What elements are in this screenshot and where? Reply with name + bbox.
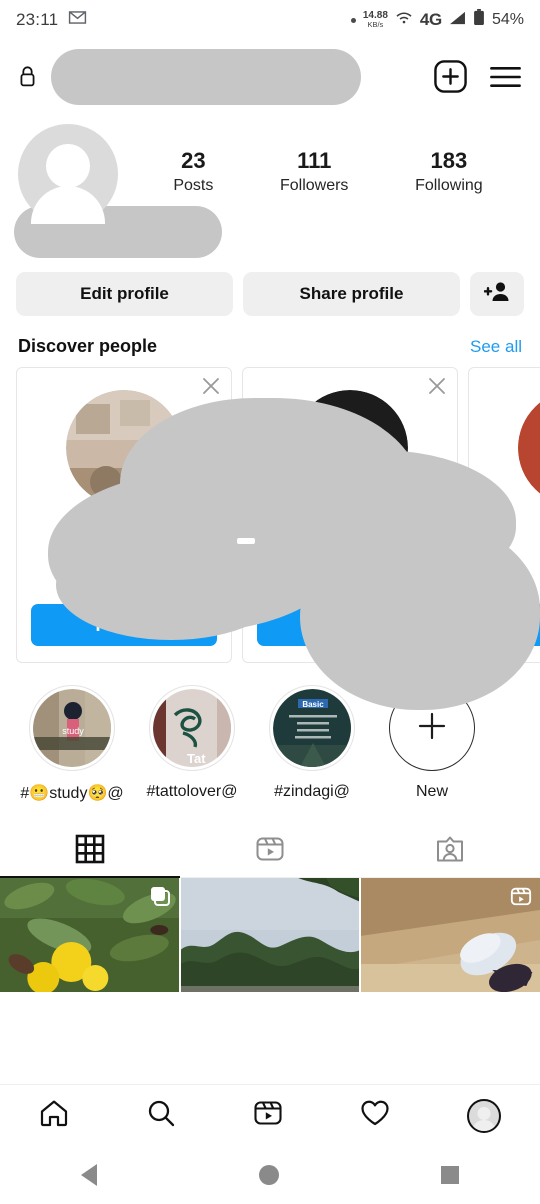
redaction-blob xyxy=(300,520,540,710)
svg-text:Tat: Tat xyxy=(187,751,206,766)
plus-box-icon[interactable] xyxy=(434,60,467,98)
stat-posts-label: Posts xyxy=(173,177,214,195)
back-icon[interactable] xyxy=(81,1164,97,1186)
recents-square-icon[interactable] xyxy=(441,1166,459,1184)
grid-icon xyxy=(75,834,105,869)
status-bar: 23:11 14.88 KB/s 4G 54% xyxy=(0,0,540,40)
avatar-body-icon xyxy=(31,186,105,224)
status-bar-right: 14.88 KB/s 4G 54% xyxy=(350,9,524,31)
highlight-item[interactable]: Basic #zindagi@ xyxy=(252,685,372,803)
profile-tabs xyxy=(0,825,540,878)
stat-following-label: Following xyxy=(415,177,483,195)
stat-followers[interactable]: 111 Followers xyxy=(280,148,348,195)
highlight-cover-ring[interactable]: Basic xyxy=(269,685,355,771)
add-person-icon xyxy=(483,281,510,308)
stat-followers-label: Followers xyxy=(279,177,349,195)
highlight-label: New xyxy=(415,783,448,800)
profile-summary: 23 Posts 111 Followers 183 Following xyxy=(0,118,540,224)
stat-following[interactable]: 183 Following xyxy=(415,148,483,195)
post-thumbnail[interactable] xyxy=(0,878,179,992)
post-grid xyxy=(0,878,540,992)
nav-avatar-body-icon xyxy=(472,1119,496,1131)
highlight-item[interactable]: Tat #tattolover@ xyxy=(132,685,252,803)
share-profile-button[interactable]: Share profile xyxy=(243,272,460,316)
reels-icon xyxy=(510,885,532,912)
study-photo: study xyxy=(33,689,111,767)
username-redacted[interactable] xyxy=(51,49,361,105)
android-navigation-bar xyxy=(0,1146,540,1204)
status-bar-left: 23:11 xyxy=(16,10,87,30)
home-icon[interactable] xyxy=(39,1098,69,1133)
tab-grid[interactable] xyxy=(0,825,180,878)
battery-icon xyxy=(473,9,485,31)
discover-people-toggle-button[interactable] xyxy=(470,272,524,316)
highlight-label: #zindagi@ xyxy=(274,783,350,800)
battery-percent: 54% xyxy=(491,11,524,28)
close-icon[interactable] xyxy=(427,376,447,401)
avatar[interactable] xyxy=(18,124,118,224)
network-speed-unit: KB/s xyxy=(367,20,384,30)
header-actions xyxy=(434,60,522,98)
tab-tagged[interactable] xyxy=(360,825,540,877)
close-icon[interactable] xyxy=(201,376,221,401)
tattoo-photo: Tat xyxy=(153,689,231,767)
carousel-icon xyxy=(149,885,171,912)
svg-text:study: study xyxy=(62,726,84,736)
nav-avatar-head-icon xyxy=(477,1106,491,1120)
home-circle-icon[interactable] xyxy=(259,1165,279,1185)
highlight-cover-ring[interactable]: Tat xyxy=(149,685,235,771)
stat-posts[interactable]: 23 Posts xyxy=(173,148,213,195)
post-thumbnail[interactable] xyxy=(361,878,540,992)
post-thumbnail[interactable] xyxy=(180,878,360,992)
stat-posts-count: 23 xyxy=(181,148,206,173)
svg-text:Basic: Basic xyxy=(302,700,324,709)
lock-icon xyxy=(18,65,37,93)
discover-people-header: Discover people See all xyxy=(0,316,540,367)
redaction-highlight-mark xyxy=(237,538,255,544)
search-icon[interactable] xyxy=(146,1098,176,1133)
network-speed: 14.88 KB/s xyxy=(363,11,388,29)
profile-actions: Edit profile Share profile xyxy=(0,258,540,316)
signal-bars-icon xyxy=(449,10,466,30)
redaction-blob xyxy=(56,530,286,640)
highlight-label: #tattolover@ xyxy=(146,783,238,800)
status-time: 23:11 xyxy=(16,10,59,29)
highlight-label: #😬study🥺@ xyxy=(20,785,124,802)
profile-avatar-icon[interactable] xyxy=(467,1098,502,1133)
profile-stats: 23 Posts 111 Followers 183 Following xyxy=(118,124,522,195)
see-all-link[interactable]: See all xyxy=(470,337,522,357)
wifi-icon xyxy=(395,10,413,30)
heart-icon[interactable] xyxy=(360,1099,390,1132)
gmail-icon xyxy=(68,10,87,30)
quote-photo: Basic xyxy=(273,689,351,767)
highlight-item[interactable]: study #😬study🥺@ xyxy=(12,685,132,803)
edit-profile-button[interactable]: Edit profile xyxy=(16,272,233,316)
tab-reels[interactable] xyxy=(180,825,360,877)
avatar-head-icon xyxy=(46,144,90,188)
profile-avatar-wrap[interactable] xyxy=(18,124,118,224)
stat-followers-count: 111 xyxy=(297,148,332,173)
trees-and-sky xyxy=(180,878,360,992)
plus-icon xyxy=(415,709,449,748)
hamburger-menu-icon[interactable] xyxy=(489,64,522,95)
reels-icon xyxy=(255,834,285,869)
tagged-icon xyxy=(435,834,465,869)
highlight-cover-ring[interactable]: study xyxy=(29,685,115,771)
discover-people-title: Discover people xyxy=(18,336,158,356)
discover-card-avatar[interactable] xyxy=(518,390,540,506)
profile-header xyxy=(0,40,540,118)
status-dot-icon xyxy=(350,17,356,23)
bottom-navigation xyxy=(0,1084,540,1146)
reels-icon[interactable] xyxy=(253,1098,283,1133)
network-type: 4G xyxy=(419,10,442,29)
stat-following-count: 183 xyxy=(430,148,468,173)
